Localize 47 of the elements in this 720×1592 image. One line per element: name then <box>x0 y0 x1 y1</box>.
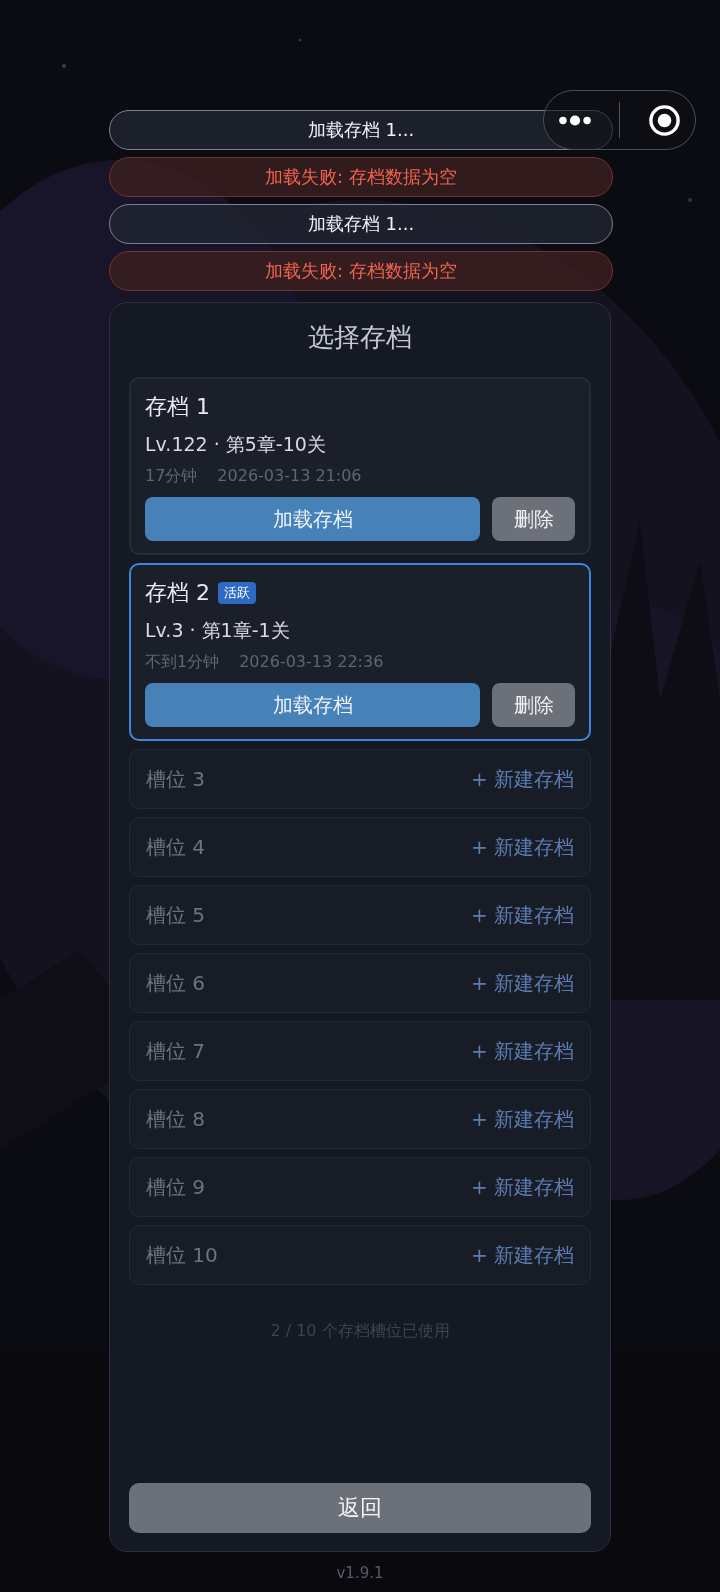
delete-button[interactable]: 删除 <box>492 497 575 541</box>
empty-slot-card[interactable]: 槽位 10 + 新建存档 <box>129 1225 591 1285</box>
new-save-link[interactable]: + 新建存档 <box>470 1105 574 1133</box>
new-save-link[interactable]: + 新建存档 <box>470 901 574 929</box>
empty-slot-card[interactable]: 槽位 5 + 新建存档 <box>129 885 591 945</box>
new-save-link[interactable]: + 新建存档 <box>470 1173 574 1201</box>
save-slot-card[interactable]: 存档 1 Lv.122 · 第5章-10关 17分钟 2026-03-13 21:06 加载存档 删除 <box>129 377 591 555</box>
delete-button[interactable]: 删除 <box>492 683 575 727</box>
empty-slot-card[interactable]: 槽位 3 + 新建存档 <box>129 749 591 809</box>
error-toast: 加载失败: 存档数据为空 <box>109 157 613 197</box>
load-button[interactable]: 加载存档 <box>145 683 480 727</box>
error-toast: 加载失败: 存档数据为空 <box>109 251 613 291</box>
empty-slot-card[interactable]: 槽位 8 + 新建存档 <box>129 1089 591 1149</box>
save-name: 存档 2 <box>145 579 210 607</box>
level-stage: Lv.122 · 第5章-10关 <box>145 432 326 457</box>
active-badge: 活跃 <box>218 582 256 604</box>
new-save-link[interactable]: + 新建存档 <box>470 1037 574 1065</box>
new-save-link[interactable]: + 新建存档 <box>470 1241 574 1269</box>
new-save-link[interactable]: + 新建存档 <box>470 765 574 793</box>
new-save-link[interactable]: + 新建存档 <box>470 833 574 861</box>
dialog-title: 选择存档 <box>308 321 412 354</box>
load-button[interactable]: 加载存档 <box>145 497 480 541</box>
slot-name: 槽位 6 <box>146 969 206 997</box>
empty-slot-card[interactable]: 槽位 9 + 新建存档 <box>129 1157 591 1217</box>
slot-name: 槽位 8 <box>146 1105 206 1133</box>
empty-slot-card[interactable]: 槽位 4 + 新建存档 <box>129 817 591 877</box>
level-stage: Lv.3 · 第1章-1关 <box>145 618 290 643</box>
new-save-link[interactable]: + 新建存档 <box>470 969 574 997</box>
slot-name: 槽位 3 <box>146 765 206 793</box>
more-icon[interactable] <box>557 113 592 127</box>
save-slot-card[interactable]: 存档 2 活跃 Lv.3 · 第1章-1关 不到1分钟 2026-03-13 22:36 加载存档 删除 <box>129 563 591 741</box>
empty-slot-card[interactable]: 槽位 6 + 新建存档 <box>129 953 591 1013</box>
info-toast: 加载存档 1... <box>109 204 613 244</box>
save-name: 存档 1 <box>145 393 210 421</box>
slot-name: 槽位 7 <box>146 1037 206 1065</box>
playtime: 17分钟 <box>145 465 198 487</box>
empty-slot-card[interactable]: 槽位 7 + 新建存档 <box>129 1021 591 1081</box>
playtime: 不到1分钟 <box>145 651 220 673</box>
slot-name: 槽位 4 <box>146 833 206 861</box>
back-button[interactable]: 返回 <box>129 1483 591 1533</box>
slot-name: 槽位 10 <box>146 1241 218 1269</box>
slot-name: 槽位 9 <box>146 1173 206 1201</box>
info-toast: 加载存档 1... <box>109 110 613 150</box>
save-date: 2026-03-13 21:06 <box>217 465 362 487</box>
slot-name: 槽位 5 <box>146 901 206 929</box>
version-text: v1.9.1 <box>335 1564 385 1582</box>
save-date: 2026-03-13 22:36 <box>239 651 384 673</box>
